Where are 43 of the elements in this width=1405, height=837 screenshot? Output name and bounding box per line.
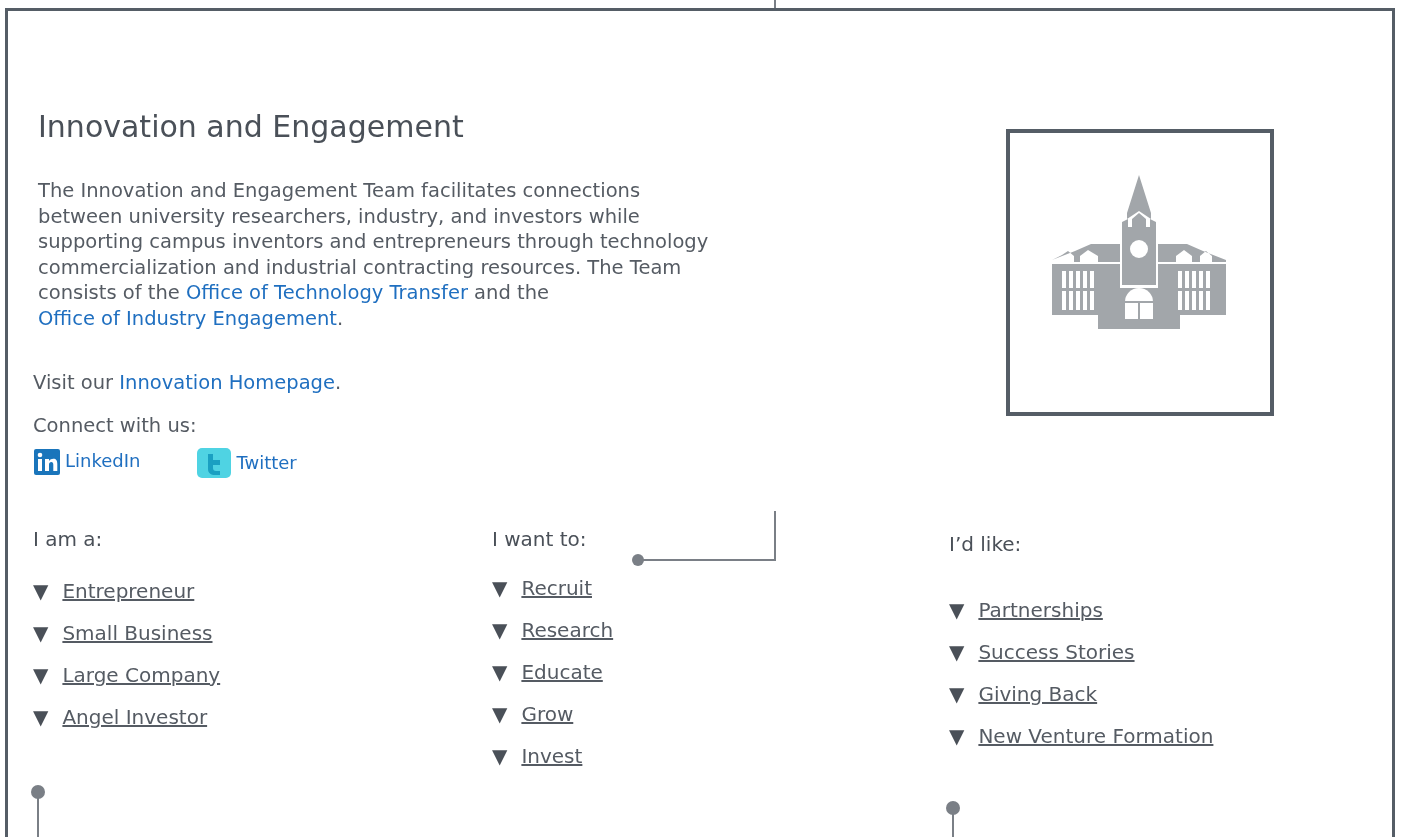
column-heading: I’d like: — [949, 532, 1023, 556]
description-paragraph: The Innovation and Engagement Team facilitates connections between university researchers, industry, and investors while supporting campus inventors and entrepreneurs through technology commercialization and industrial contracting resources. The Team consists of the Office of Technology Transfer and the Office of Industry Engagement. — [38, 178, 710, 331]
category-link[interactable]: Recruit — [521, 576, 592, 618]
triangle-bullet: ▼ — [949, 640, 965, 666]
triangle-bullet: ▼ — [949, 724, 965, 750]
in-logo-icon — [33, 448, 61, 476]
category-link[interactable]: Angel Investor — [62, 705, 208, 747]
category-link[interactable]: Invest — [521, 744, 583, 786]
office-link[interactable]: Office of Technology Transfer — [185, 281, 468, 304]
category-link[interactable]: Giving Back — [978, 682, 1098, 724]
social-link[interactable]: LinkedIn — [65, 449, 141, 471]
social-link[interactable]: Twitter — [236, 451, 297, 473]
triangle-bullet: ▼ — [492, 744, 508, 770]
triangle-bullet: ▼ — [33, 663, 49, 689]
bird-logo-icon — [196, 447, 233, 479]
category-link[interactable]: New Venture Formation — [978, 724, 1214, 766]
category-link[interactable]: Partnerships — [978, 598, 1103, 640]
office-link[interactable]: Office of Industry Engagement — [38, 306, 337, 330]
category-link[interactable]: Entrepreneur — [62, 579, 195, 621]
category-link[interactable]: Small Business — [62, 621, 213, 663]
category-link[interactable]: Large Company — [62, 663, 221, 705]
pin-connector — [31, 785, 45, 837]
column-heading: I want to: — [492, 527, 588, 551]
triangle-bullet: ▼ — [949, 682, 965, 708]
pin-connector — [946, 801, 960, 837]
category-link[interactable]: Educate — [521, 660, 603, 702]
column-heading: I am a: — [33, 527, 104, 551]
triangle-bullet: ▼ — [949, 598, 965, 624]
page-title: Innovation and Engagement — [38, 109, 465, 144]
visit-sentence: Visit our Innovation Homepage. — [33, 371, 343, 394]
triangle-bullet: ▼ — [492, 576, 508, 602]
triangle-bullet: ▼ — [492, 702, 508, 728]
triangle-bullet: ▼ — [33, 705, 49, 731]
category-link[interactable]: Success Stories — [978, 640, 1135, 682]
category-link[interactable]: Research — [521, 618, 614, 660]
triangle-bullet: ▼ — [492, 618, 508, 644]
triangle-bullet: ▼ — [492, 660, 508, 686]
connect-label: Connect with us: — [33, 414, 198, 437]
category-link[interactable]: Grow — [521, 702, 574, 744]
triangle-bullet: ▼ — [33, 621, 49, 647]
triangle-bullet: ▼ — [33, 579, 49, 605]
homepage-link[interactable]: Innovation Homepage — [119, 371, 335, 394]
connector-line — [774, 0, 776, 11]
